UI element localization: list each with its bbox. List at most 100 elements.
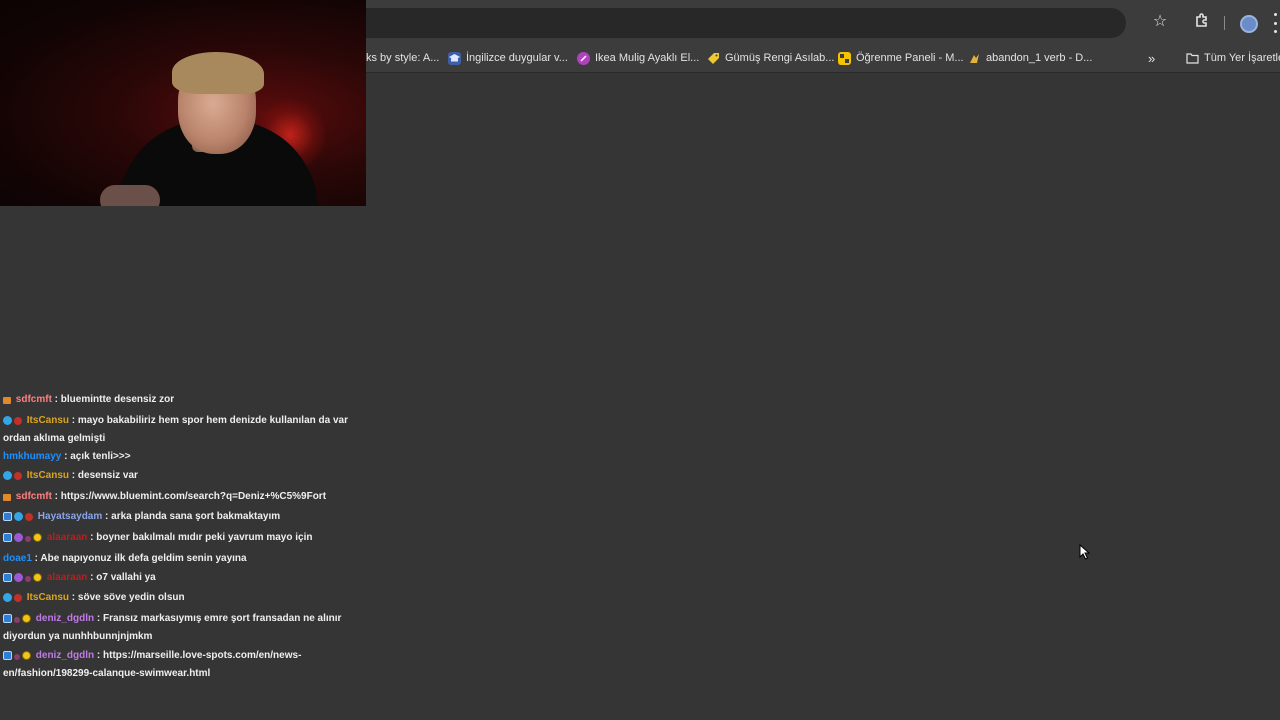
chat-separator: : (69, 414, 78, 426)
bookmark-label: abandon_1 verb - D... (986, 52, 1093, 64)
extensions-puzzle-icon[interactable] (1192, 12, 1212, 32)
subscriber-badge-icon (3, 512, 12, 522)
chat-badges (3, 532, 44, 548)
blue-badge-icon (3, 415, 12, 425)
bookmark-item[interactable]: İngilizce duygular v... (448, 44, 568, 72)
address-bar[interactable] (366, 8, 1126, 38)
chat-separator: : (94, 612, 104, 624)
gold-badge-icon (33, 572, 42, 582)
chat-message: hmkhumayy : açık tenli>>> (0, 449, 362, 465)
chat-username[interactable]: deniz_dgdln (36, 613, 94, 624)
folder-icon (1186, 52, 1199, 65)
bookmark-label: İngilizce duygular v... (466, 52, 568, 64)
subscriber-badge-icon (3, 533, 12, 543)
chat-text: o7 vallahi ya (96, 571, 156, 583)
chat-separator: : (87, 532, 97, 544)
bookmark-label: Ikea Mulig Ayaklı El... (595, 52, 700, 64)
subscriber-badge-icon (3, 613, 12, 623)
mouse-cursor-icon (1079, 543, 1091, 560)
chat-text: söve söve yedin olsun (77, 592, 185, 604)
bookmark-label: Öğrenme Paneli - M... (856, 52, 964, 64)
chat-message: doae1 : Abe napıyonuz ilk defa geldim se… (0, 551, 362, 567)
bookmark-item[interactable]: Gümüş Rengi Asılab... (707, 44, 834, 72)
blue-badge-icon (3, 593, 12, 603)
chat-badges (3, 572, 44, 588)
chat-badges (3, 491, 13, 507)
subscriber-badge-icon (3, 650, 12, 660)
gift-badge-icon (3, 493, 11, 501)
chat-message: sdfcmft : bluemintte desensiz zor (0, 392, 362, 410)
bookmarks-overflow-icon[interactable]: » (1148, 44, 1155, 72)
chat-separator: : (102, 511, 112, 523)
chat-message: ItsCansu : mayo bakabiliriz hem spor hem… (0, 413, 362, 447)
purple-badge-icon (14, 533, 23, 543)
bookmark-folder-all[interactable]: Tüm Yer İşaretleri (1186, 44, 1280, 72)
chat-username[interactable]: Hayatsaydam (38, 511, 102, 522)
menu-kebab-icon[interactable] (1272, 13, 1278, 33)
circle-icon (577, 51, 590, 65)
chat-message: Hayatsaydam : arka planda sana şort bakm… (0, 509, 362, 527)
blue-badge-icon (3, 471, 12, 481)
school-icon (448, 51, 461, 65)
profile-avatar[interactable] (1240, 15, 1258, 33)
chat-message: ItsCansu : söve söve yedin olsun (0, 590, 362, 608)
dot-badge-icon (14, 616, 20, 623)
chat-separator: : (51, 394, 61, 405)
chat-username[interactable]: ItsCansu (27, 470, 69, 481)
gold-badge-icon (33, 533, 42, 543)
chat-username[interactable]: doae1 (3, 553, 32, 564)
red-badge-icon (14, 472, 22, 481)
streamer-hand (100, 185, 160, 206)
bookmark-item[interactable]: Ikea Mulig Ayaklı El... (577, 44, 699, 72)
red-badge-icon (25, 513, 33, 522)
chat-badges (3, 650, 33, 666)
chat-username[interactable]: ItsCansu (27, 415, 69, 426)
chat-text: açık tenli>>> (70, 451, 131, 463)
chat-message: deniz_dgdln : https://marseille.love-spo… (0, 648, 362, 682)
grid-icon (838, 51, 851, 65)
chat-message: alaaraan : o7 vallahi ya (0, 570, 362, 588)
chat-text: https://www.bluemint.com/search?q=Deniz+… (60, 490, 327, 502)
chat-username[interactable]: sdfcmft (16, 491, 52, 502)
book-icon (968, 52, 981, 65)
chat-text: arka planda sana şort bakmaktayım (111, 511, 281, 523)
red-badge-icon (14, 416, 22, 425)
chat-message: ItsCansu : desensiz var (0, 468, 362, 486)
dot-badge-icon (14, 653, 20, 660)
chat-message: alaaraan : boyner bakılmalı mıdır peki y… (0, 530, 362, 548)
chat-text: bluemintte desensiz zor (60, 394, 175, 405)
bookmark-label: Tüm Yer İşaretleri (1204, 52, 1280, 64)
chat-separator: : (69, 592, 78, 604)
chat-username[interactable]: alaaraan (47, 572, 88, 583)
bookmark-star-icon[interactable]: ☆ (1150, 12, 1170, 32)
gold-badge-icon (22, 613, 31, 623)
webcam-overlay (0, 0, 366, 206)
chat-message: sdfcmft : https://www.bluemint.com/searc… (0, 489, 362, 507)
bookmark-item[interactable]: abandon_1 verb - D... (968, 44, 1092, 72)
dot-badge-icon (25, 575, 31, 582)
chat-text: Abe napıyonuz ilk defa geldim senin yayı… (40, 552, 247, 564)
red-badge-icon (14, 594, 22, 603)
chat-badges (3, 592, 24, 608)
chat-username[interactable]: sdfcmft (16, 394, 52, 405)
chat-separator: : (87, 571, 97, 583)
chat-separator: : (61, 451, 71, 463)
bookmark-item[interactable]: ks by style: A... (366, 44, 439, 72)
chat-badges (3, 613, 33, 629)
chat-username[interactable]: deniz_dgdln (36, 650, 94, 661)
streamer-hair (172, 52, 264, 94)
chat-message: deniz_dgdln : Fransız markasıymış emre ş… (0, 611, 362, 645)
chat-username[interactable]: hmkhumayy (3, 451, 61, 462)
chat-username[interactable]: alaaraan (47, 532, 88, 543)
bookmark-item[interactable]: Öğrenme Paneli - M... (838, 44, 964, 72)
chat-text: desensiz var (77, 470, 138, 482)
blue-badge-icon (14, 512, 23, 522)
chat-username[interactable]: ItsCansu (27, 592, 69, 603)
gift-badge-icon (3, 397, 11, 404)
chat-badges (3, 394, 13, 410)
toolbar-divider (1224, 16, 1225, 30)
gold-badge-icon (22, 650, 31, 660)
chat-separator: : (69, 470, 78, 482)
bookmark-label: ks by style: A... (366, 52, 440, 64)
chat-badges (3, 511, 35, 527)
